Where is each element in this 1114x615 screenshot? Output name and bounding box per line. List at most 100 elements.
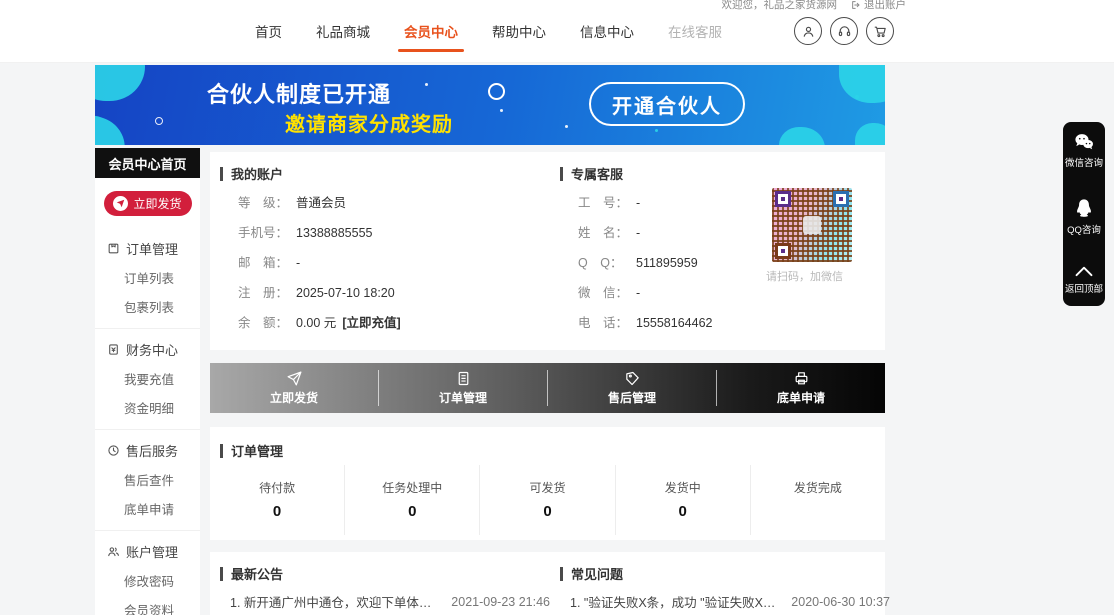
nav-info-center[interactable]: 信息中心 <box>580 21 634 41</box>
banner-decoration <box>855 123 885 145</box>
qq-icon <box>1075 198 1093 218</box>
banner-title: 合伙人制度已开通 <box>207 77 391 109</box>
quick-ship-button[interactable]: 立即发货 <box>210 370 378 406</box>
float-label: 微信咨询 <box>1065 155 1103 169</box>
wechat-consult-button[interactable]: 微信咨询 <box>1065 133 1103 169</box>
quick-action-bar: 立即发货 订单管理 售后管理 底单申请 <box>210 363 885 413</box>
field-label: 注 册： <box>238 278 296 308</box>
field-label: 电 话： <box>578 308 636 338</box>
field-label: 余 额： <box>238 308 296 338</box>
open-partner-button[interactable]: 开通合伙人 <box>589 82 745 126</box>
welcome-text: 欢迎您，礼品之家货源网 <box>722 0 838 12</box>
printer-icon <box>793 370 810 387</box>
banner-decoration <box>95 108 133 145</box>
account-level-row: 等 级：普通会员 <box>238 188 401 218</box>
sidebar-item-receipt-request[interactable]: 底单申请 <box>95 489 200 518</box>
service-qq-row: Q Q：511895959 <box>578 248 712 278</box>
sidebar-section-title: 财务中心 <box>126 340 178 359</box>
quick-orders-button[interactable]: 订单管理 <box>379 370 547 406</box>
nav-gift-mall[interactable]: 礼品商城 <box>316 21 370 41</box>
quick-action-label: 底单申请 <box>777 389 825 406</box>
top-bar: 首页 礼品商城 会员中心 帮助中心 信息中心 在线客服 欢迎您，礼品之家货源网 … <box>0 0 1114 63</box>
announcement-item[interactable]: 1. 新开通广州中通仓，欢迎下单体验优质... 2021-09-23 21:46 <box>230 592 550 611</box>
sidebar-item-aftersale-check[interactable]: 售后查件 <box>95 460 200 489</box>
account-fields: 等 级：普通会员 手机号：13388885555 邮 箱：- 注 册：2025-… <box>238 188 401 338</box>
headset-icon[interactable] <box>830 17 858 45</box>
banner-decoration <box>565 125 568 128</box>
field-value: - <box>636 226 640 240</box>
banner-decoration <box>855 95 859 99</box>
announcements-header: 最新公告 <box>220 564 283 583</box>
field-value: - <box>636 196 640 210</box>
back-to-top-button[interactable]: 返回顶部 <box>1065 265 1103 295</box>
recharge-now-link[interactable]: [立即充值] <box>342 316 400 330</box>
sidebar-item-member-profile[interactable]: 会员资料 <box>95 590 200 615</box>
wechat-qr-code[interactable] <box>772 188 852 262</box>
sidebar-item-member-home[interactable]: 会员中心首页 <box>95 148 200 178</box>
field-value: 13388885555 <box>296 226 372 240</box>
partner-banner[interactable]: 合伙人制度已开通 邀请商家分成奖励 开通合伙人 <box>95 65 885 145</box>
clock-icon <box>107 444 120 457</box>
sidebar-item-order-management[interactable]: 订单管理 <box>95 239 200 258</box>
field-value: 511895959 <box>636 256 698 270</box>
sidebar-item-aftersale-service[interactable]: 售后服务 <box>95 441 200 460</box>
nav-help-center[interactable]: 帮助中心 <box>492 21 546 41</box>
quick-action-label: 订单管理 <box>439 389 487 406</box>
field-value: 0.00 元 <box>296 316 336 330</box>
qr-finder <box>775 243 791 259</box>
stat-processing[interactable]: 任务处理中 0 <box>344 465 479 535</box>
sidebar-section-title: 账户管理 <box>126 542 178 561</box>
nav-home[interactable]: 首页 <box>255 21 282 41</box>
field-value: 15558164462 <box>636 316 712 330</box>
cart-icon[interactable] <box>866 17 894 45</box>
stat-ready-to-ship[interactable]: 可发货 0 <box>479 465 614 535</box>
user-icon[interactable] <box>794 17 822 45</box>
stat-shipping[interactable]: 发货中 0 <box>615 465 750 535</box>
field-label: 姓 名： <box>578 218 636 248</box>
quick-aftersale-button[interactable]: 售后管理 <box>548 370 716 406</box>
nav-member-center[interactable]: 会员中心 <box>404 21 458 41</box>
sidebar-item-fund-details[interactable]: 资金明细 <box>95 388 200 417</box>
stat-label: 任务处理中 <box>382 479 442 496</box>
service-fields: 工 号：- 姓 名：- Q Q：511895959 微 信：- 电 话：1555… <box>578 188 712 338</box>
stat-pending-payment[interactable]: 待付款 0 <box>210 465 344 535</box>
sidebar: 会员中心首页 立即发货 订单管理 订单列表 包裹列表 财务中心 <box>95 148 200 615</box>
field-value: 2025-07-10 18:20 <box>296 286 395 300</box>
logout-link[interactable]: 退出账户 <box>851 0 906 12</box>
announcement-date: 2021-09-23 21:46 <box>451 595 550 609</box>
send-icon <box>286 370 303 387</box>
ship-now-button[interactable]: 立即发货 <box>104 191 192 216</box>
stat-value: 0 <box>679 503 687 521</box>
section-marker <box>220 444 223 458</box>
stat-value: 0 <box>543 503 551 521</box>
stat-completed[interactable]: 发货完成 <box>750 465 885 535</box>
quick-receipt-button[interactable]: 底单申请 <box>717 370 885 406</box>
sidebar-item-package-list[interactable]: 包裹列表 <box>95 287 200 316</box>
section-marker <box>560 167 563 181</box>
stat-label: 发货中 <box>665 479 701 496</box>
order-icon <box>107 242 120 255</box>
sidebar-section-orders: 订单管理 订单列表 包裹列表 <box>95 228 200 328</box>
stat-value: 0 <box>408 503 416 521</box>
field-value: - <box>296 256 300 270</box>
faq-item[interactable]: 1. "验证失败X条，成功 "验证失败X条，成... 2020-06-30 10… <box>570 592 890 611</box>
sidebar-item-recharge[interactable]: 我要充值 <box>95 359 200 388</box>
banner-decoration <box>839 65 885 103</box>
nav-online-service[interactable]: 在线客服 <box>668 21 722 41</box>
account-register-row: 注 册：2025-07-10 18:20 <box>238 278 401 308</box>
ship-now-label: 立即发货 <box>133 195 181 212</box>
field-label: 邮 箱： <box>238 248 296 278</box>
sidebar-item-change-password[interactable]: 修改密码 <box>95 561 200 590</box>
banner-decoration <box>155 117 163 125</box>
logout-label: 退出账户 <box>864 0 906 12</box>
banner-decoration <box>95 65 145 101</box>
quick-action-label: 售后管理 <box>608 389 656 406</box>
welcome-row: 欢迎您，礼品之家货源网 退出账户 <box>722 0 907 12</box>
qq-consult-button[interactable]: QQ咨询 <box>1067 198 1101 236</box>
sidebar-item-order-list[interactable]: 订单列表 <box>95 258 200 287</box>
faq-title: 常见问题 <box>571 564 623 583</box>
sidebar-item-account-management[interactable]: 账户管理 <box>95 542 200 561</box>
sidebar-item-finance-center[interactable]: 财务中心 <box>95 340 200 359</box>
service-wechat-row: 微 信：- <box>578 278 712 308</box>
wechat-icon <box>1074 133 1094 151</box>
